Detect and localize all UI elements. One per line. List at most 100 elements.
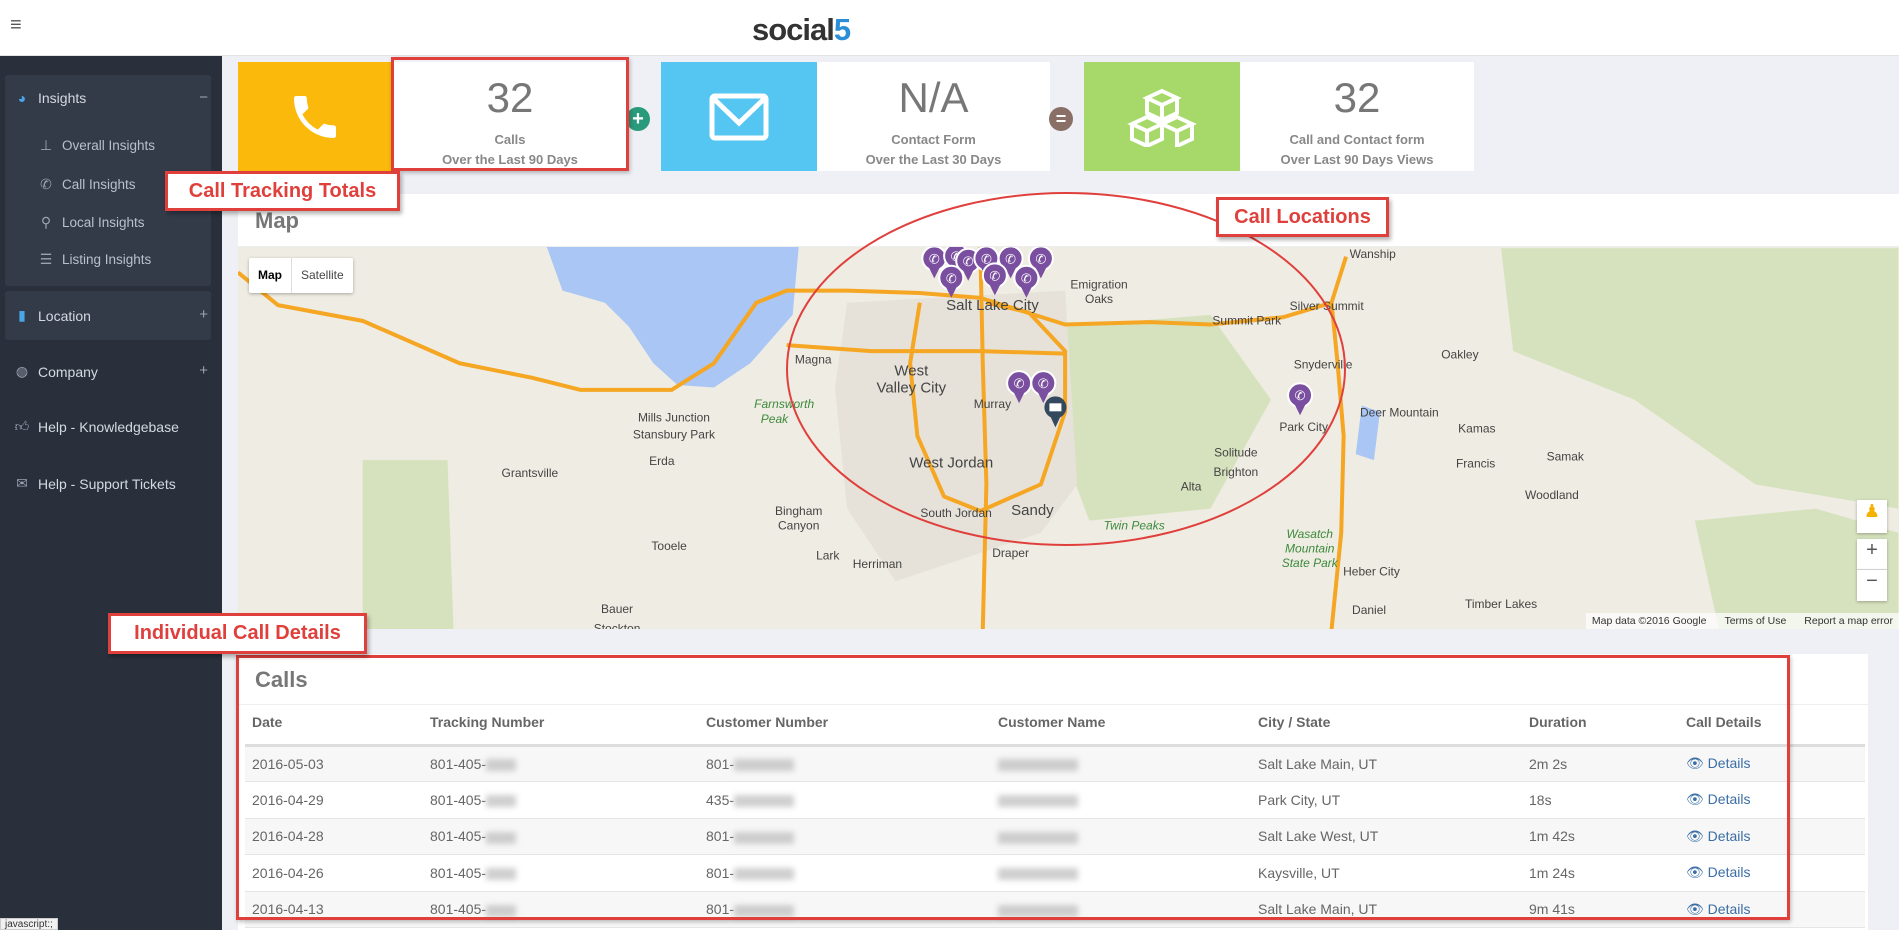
map-label: Heber City: [1343, 564, 1400, 578]
map-label: Sandy: [1011, 502, 1054, 519]
phone-icon: ✆: [989, 268, 1000, 283]
map-label: Kamas: [1458, 421, 1495, 435]
logo-number: 5: [833, 12, 851, 47]
logo-text: social: [752, 12, 835, 47]
map-label: Wanship: [1350, 247, 1397, 261]
annotation-individual-call-details: Individual Call Details: [108, 613, 367, 654]
sidebar-item-label: Company: [38, 363, 98, 380]
map-label: Magna: [795, 352, 832, 366]
phone-icon: ✆: [1021, 271, 1032, 286]
phone-icon: ✆: [946, 271, 957, 286]
briefcase-icon: [1049, 403, 1062, 412]
map-label: Bauer: [601, 602, 633, 616]
map-label: Mills Junction: [638, 411, 710, 425]
zoom-in-button[interactable]: +: [1857, 539, 1887, 570]
map-label: Erda: [649, 454, 675, 468]
map-label: Herriman: [853, 557, 902, 571]
calls-card-icon: [238, 62, 391, 171]
total-stat-card: 32 Call and Contact form Over Last 90 Da…: [1240, 62, 1474, 171]
zoom-out-button[interactable]: −: [1857, 570, 1887, 601]
great-salt-lake: [546, 247, 799, 388]
sidebar-item-label: Listing Insights: [62, 252, 152, 267]
map-label: West Jordan: [909, 455, 993, 472]
total-card-icon: [1084, 62, 1240, 171]
map-type-satellite-button[interactable]: Satellite: [292, 258, 353, 293]
annotation-box-calls: [236, 655, 1790, 920]
map-label: Daniel: [1352, 603, 1386, 617]
logo[interactable]: social5: [752, 12, 851, 48]
map-canvas[interactable]: Salt Lake City WestValley City Magna Murray…: [238, 247, 1899, 629]
map-label: Stockton: [594, 621, 641, 629]
map-label: Park City: [1279, 420, 1328, 434]
contact-stat-card: N/A Contact Form Over the Last 30 Days: [817, 62, 1050, 171]
sidebar-item-overall-insights[interactable]: ⊥ Overall Insights: [38, 137, 155, 154]
map-label: Lark: [816, 549, 840, 563]
map-footer: Map data ©2016 Google Terms of Use Repor…: [1585, 613, 1899, 629]
park-area: [1501, 248, 1899, 509]
pegman-icon[interactable]: ♟: [1857, 500, 1887, 533]
terms-link[interactable]: Terms of Use: [1724, 615, 1786, 627]
phone-icon: ✆: [40, 176, 52, 192]
stat-period: Over Last 90 Days Views: [1280, 152, 1434, 167]
expand-toggle[interactable]: +: [199, 362, 208, 379]
map-type-map-button[interactable]: Map: [249, 258, 292, 293]
map-label: State Park: [1282, 556, 1339, 570]
map-label: Summit Park: [1212, 314, 1282, 328]
map-label: Deer Mountain: [1360, 406, 1439, 420]
sidebar-item-help-knowledgebase[interactable]: 👍︎ Help - Knowledgebase: [14, 418, 179, 435]
list-icon: ☰: [39, 251, 53, 267]
sidebar-item-label: Call Insights: [62, 177, 136, 192]
sidebar-item-help-support-tickets[interactable]: ✉ Help - Support Tickets: [14, 475, 176, 492]
map-label: Brighton: [1214, 465, 1259, 479]
map-label: West: [894, 363, 929, 380]
globe-icon: ◍: [15, 363, 29, 379]
map[interactable]: Salt Lake City West Valley City Magna Murray…: [238, 247, 1899, 629]
sitemap-icon: ⊥: [39, 137, 53, 153]
phone-icon: ✆: [1038, 376, 1049, 391]
dashboard-icon: ◕: [17, 90, 27, 106]
stat-value: 32: [1333, 74, 1381, 121]
top-bar: ≡ social5: [0, 0, 1899, 56]
contact-card-icon: [661, 62, 817, 171]
hamburger-icon[interactable]: ≡: [10, 14, 22, 37]
sidebar-item-listing-insights[interactable]: ☰ Listing Insights: [38, 251, 152, 268]
stat-label: Contact Form: [891, 132, 976, 147]
map-label: Wasatch: [1287, 527, 1334, 541]
map-type-control: Map Satellite: [249, 258, 353, 293]
equals-icon: =: [1049, 107, 1073, 131]
map-label: Mountain: [1285, 541, 1335, 555]
phone-icon: ✆: [1295, 388, 1306, 403]
phone-icon: ✆: [1014, 376, 1025, 391]
plus-icon: +: [626, 107, 650, 131]
map-data-credit: Map data ©2016 Google: [1591, 615, 1707, 627]
map-label: Draper: [992, 546, 1029, 560]
map-label: Peak: [761, 412, 789, 426]
sidebar-item-local-insights[interactable]: ⚲ Local Insights: [38, 214, 145, 231]
map-label: Solitude: [1214, 446, 1258, 460]
map-label: Oaks: [1085, 292, 1113, 306]
sidebar-item-insights[interactable]: ◕ Insights: [14, 90, 86, 106]
sidebar-item-company[interactable]: ◍ Company: [14, 363, 98, 380]
stat-label: Call and Contact form: [1289, 132, 1425, 147]
sidebar-item-label: Location: [38, 307, 91, 324]
map-label: Francis: [1456, 457, 1495, 471]
expand-toggle[interactable]: +: [199, 306, 208, 323]
urban-area: [835, 290, 1078, 582]
map-label: Silver Summit: [1290, 299, 1365, 313]
map-label: Twin Peaks: [1104, 518, 1165, 532]
map-label: Stansbury Park: [633, 427, 716, 441]
map-label: Timber Lakes: [1465, 597, 1537, 611]
map-label: Grantsville: [502, 466, 559, 480]
sidebar-item-label: Help - Support Tickets: [38, 475, 176, 492]
map-label: Murray: [974, 397, 1011, 411]
collapse-toggle[interactable]: −: [199, 89, 208, 106]
map-label: Oakley: [1441, 348, 1478, 362]
building-icon: ▮: [18, 307, 26, 323]
sidebar-item-call-insights[interactable]: ✆ Call Insights: [38, 176, 136, 193]
map-label: Samak: [1547, 449, 1585, 463]
stat-period: Over the Last 30 Days: [865, 152, 1002, 167]
stat-value: N/A: [898, 74, 969, 121]
phone-icon: ✆: [963, 254, 974, 269]
report-error-link[interactable]: Report a map error: [1804, 615, 1893, 627]
sidebar-item-location[interactable]: ▮ Location: [14, 307, 91, 324]
